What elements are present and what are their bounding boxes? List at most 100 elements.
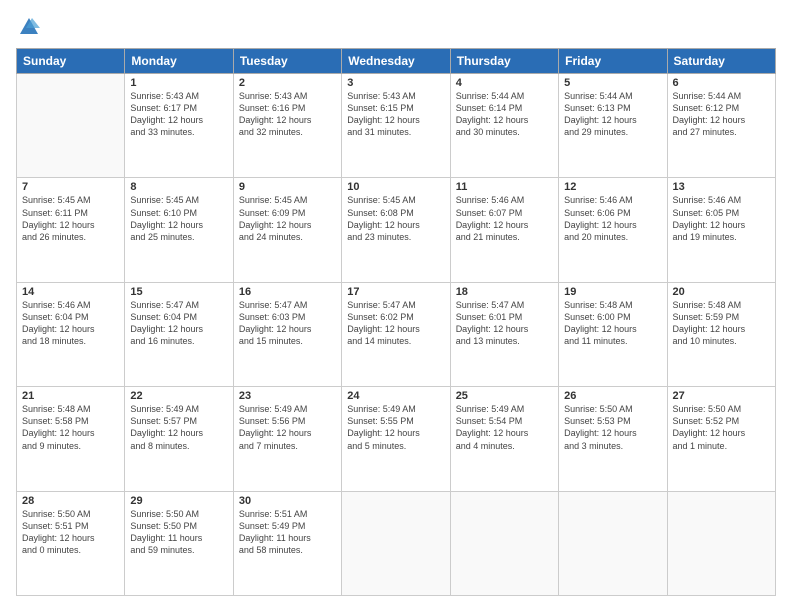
- day-number: 8: [130, 181, 227, 193]
- calendar-cell: 12Sunrise: 5:46 AMSunset: 6:06 PMDayligh…: [559, 178, 667, 282]
- weekday-header-monday: Monday: [125, 49, 233, 74]
- logo-icon: [18, 16, 40, 38]
- day-number: 15: [130, 286, 227, 298]
- calendar-cell: 7Sunrise: 5:45 AMSunset: 6:11 PMDaylight…: [17, 178, 125, 282]
- calendar-week-row: 1Sunrise: 5:43 AMSunset: 6:17 PMDaylight…: [17, 74, 776, 178]
- day-number: 7: [22, 181, 119, 193]
- day-info: Sunrise: 5:45 AMSunset: 6:09 PMDaylight:…: [239, 194, 336, 243]
- calendar-cell: 28Sunrise: 5:50 AMSunset: 5:51 PMDayligh…: [17, 491, 125, 595]
- calendar-cell: 8Sunrise: 5:45 AMSunset: 6:10 PMDaylight…: [125, 178, 233, 282]
- calendar-cell: 20Sunrise: 5:48 AMSunset: 5:59 PMDayligh…: [667, 282, 775, 386]
- day-number: 18: [456, 286, 553, 298]
- day-info: Sunrise: 5:43 AMSunset: 6:15 PMDaylight:…: [347, 90, 444, 139]
- calendar-cell: 9Sunrise: 5:45 AMSunset: 6:09 PMDaylight…: [233, 178, 341, 282]
- day-info: Sunrise: 5:47 AMSunset: 6:02 PMDaylight:…: [347, 299, 444, 348]
- day-number: 20: [673, 286, 770, 298]
- day-number: 19: [564, 286, 661, 298]
- day-info: Sunrise: 5:47 AMSunset: 6:03 PMDaylight:…: [239, 299, 336, 348]
- calendar-cell: 29Sunrise: 5:50 AMSunset: 5:50 PMDayligh…: [125, 491, 233, 595]
- day-number: 4: [456, 77, 553, 89]
- day-info: Sunrise: 5:43 AMSunset: 6:17 PMDaylight:…: [130, 90, 227, 139]
- day-info: Sunrise: 5:47 AMSunset: 6:04 PMDaylight:…: [130, 299, 227, 348]
- day-info: Sunrise: 5:44 AMSunset: 6:14 PMDaylight:…: [456, 90, 553, 139]
- calendar-cell: [559, 491, 667, 595]
- day-info: Sunrise: 5:50 AMSunset: 5:53 PMDaylight:…: [564, 403, 661, 452]
- calendar-cell: 17Sunrise: 5:47 AMSunset: 6:02 PMDayligh…: [342, 282, 450, 386]
- day-number: 6: [673, 77, 770, 89]
- day-number: 2: [239, 77, 336, 89]
- calendar-cell: 6Sunrise: 5:44 AMSunset: 6:12 PMDaylight…: [667, 74, 775, 178]
- calendar-cell: 10Sunrise: 5:45 AMSunset: 6:08 PMDayligh…: [342, 178, 450, 282]
- calendar-page: SundayMondayTuesdayWednesdayThursdayFrid…: [0, 0, 792, 612]
- day-number: 21: [22, 390, 119, 402]
- weekday-header-friday: Friday: [559, 49, 667, 74]
- weekday-header-sunday: Sunday: [17, 49, 125, 74]
- calendar-cell: 1Sunrise: 5:43 AMSunset: 6:17 PMDaylight…: [125, 74, 233, 178]
- day-number: 24: [347, 390, 444, 402]
- calendar-cell: 3Sunrise: 5:43 AMSunset: 6:15 PMDaylight…: [342, 74, 450, 178]
- calendar-cell: 30Sunrise: 5:51 AMSunset: 5:49 PMDayligh…: [233, 491, 341, 595]
- day-info: Sunrise: 5:49 AMSunset: 5:56 PMDaylight:…: [239, 403, 336, 452]
- calendar-week-row: 21Sunrise: 5:48 AMSunset: 5:58 PMDayligh…: [17, 387, 776, 491]
- calendar-cell: 19Sunrise: 5:48 AMSunset: 6:00 PMDayligh…: [559, 282, 667, 386]
- day-info: Sunrise: 5:46 AMSunset: 6:07 PMDaylight:…: [456, 194, 553, 243]
- day-info: Sunrise: 5:45 AMSunset: 6:10 PMDaylight:…: [130, 194, 227, 243]
- calendar-cell: [17, 74, 125, 178]
- day-info: Sunrise: 5:49 AMSunset: 5:55 PMDaylight:…: [347, 403, 444, 452]
- calendar-cell: 2Sunrise: 5:43 AMSunset: 6:16 PMDaylight…: [233, 74, 341, 178]
- day-number: 3: [347, 77, 444, 89]
- calendar-cell: 5Sunrise: 5:44 AMSunset: 6:13 PMDaylight…: [559, 74, 667, 178]
- day-info: Sunrise: 5:50 AMSunset: 5:52 PMDaylight:…: [673, 403, 770, 452]
- weekday-header-wednesday: Wednesday: [342, 49, 450, 74]
- calendar-week-row: 14Sunrise: 5:46 AMSunset: 6:04 PMDayligh…: [17, 282, 776, 386]
- day-info: Sunrise: 5:51 AMSunset: 5:49 PMDaylight:…: [239, 508, 336, 557]
- calendar-cell: 11Sunrise: 5:46 AMSunset: 6:07 PMDayligh…: [450, 178, 558, 282]
- calendar-cell: [342, 491, 450, 595]
- day-info: Sunrise: 5:49 AMSunset: 5:54 PMDaylight:…: [456, 403, 553, 452]
- weekday-header-row: SundayMondayTuesdayWednesdayThursdayFrid…: [17, 49, 776, 74]
- day-number: 13: [673, 181, 770, 193]
- day-info: Sunrise: 5:48 AMSunset: 5:59 PMDaylight:…: [673, 299, 770, 348]
- calendar-cell: 14Sunrise: 5:46 AMSunset: 6:04 PMDayligh…: [17, 282, 125, 386]
- day-info: Sunrise: 5:45 AMSunset: 6:11 PMDaylight:…: [22, 194, 119, 243]
- day-number: 26: [564, 390, 661, 402]
- day-info: Sunrise: 5:50 AMSunset: 5:50 PMDaylight:…: [130, 508, 227, 557]
- calendar-cell: 23Sunrise: 5:49 AMSunset: 5:56 PMDayligh…: [233, 387, 341, 491]
- day-info: Sunrise: 5:47 AMSunset: 6:01 PMDaylight:…: [456, 299, 553, 348]
- calendar-week-row: 28Sunrise: 5:50 AMSunset: 5:51 PMDayligh…: [17, 491, 776, 595]
- calendar-cell: 15Sunrise: 5:47 AMSunset: 6:04 PMDayligh…: [125, 282, 233, 386]
- weekday-header-saturday: Saturday: [667, 49, 775, 74]
- calendar-cell: 18Sunrise: 5:47 AMSunset: 6:01 PMDayligh…: [450, 282, 558, 386]
- day-info: Sunrise: 5:50 AMSunset: 5:51 PMDaylight:…: [22, 508, 119, 557]
- day-number: 30: [239, 495, 336, 507]
- calendar-cell: 21Sunrise: 5:48 AMSunset: 5:58 PMDayligh…: [17, 387, 125, 491]
- calendar-cell: [667, 491, 775, 595]
- day-number: 25: [456, 390, 553, 402]
- calendar-cell: 13Sunrise: 5:46 AMSunset: 6:05 PMDayligh…: [667, 178, 775, 282]
- day-number: 12: [564, 181, 661, 193]
- day-info: Sunrise: 5:44 AMSunset: 6:12 PMDaylight:…: [673, 90, 770, 139]
- day-number: 11: [456, 181, 553, 193]
- day-info: Sunrise: 5:43 AMSunset: 6:16 PMDaylight:…: [239, 90, 336, 139]
- calendar-table: SundayMondayTuesdayWednesdayThursdayFrid…: [16, 48, 776, 596]
- weekday-header-thursday: Thursday: [450, 49, 558, 74]
- page-header: [16, 16, 776, 38]
- calendar-week-row: 7Sunrise: 5:45 AMSunset: 6:11 PMDaylight…: [17, 178, 776, 282]
- calendar-cell: 4Sunrise: 5:44 AMSunset: 6:14 PMDaylight…: [450, 74, 558, 178]
- day-info: Sunrise: 5:48 AMSunset: 6:00 PMDaylight:…: [564, 299, 661, 348]
- day-info: Sunrise: 5:46 AMSunset: 6:06 PMDaylight:…: [564, 194, 661, 243]
- calendar-cell: 16Sunrise: 5:47 AMSunset: 6:03 PMDayligh…: [233, 282, 341, 386]
- day-number: 10: [347, 181, 444, 193]
- calendar-cell: 25Sunrise: 5:49 AMSunset: 5:54 PMDayligh…: [450, 387, 558, 491]
- day-number: 9: [239, 181, 336, 193]
- day-number: 17: [347, 286, 444, 298]
- calendar-cell: 24Sunrise: 5:49 AMSunset: 5:55 PMDayligh…: [342, 387, 450, 491]
- day-number: 29: [130, 495, 227, 507]
- day-number: 28: [22, 495, 119, 507]
- day-info: Sunrise: 5:46 AMSunset: 6:04 PMDaylight:…: [22, 299, 119, 348]
- day-number: 5: [564, 77, 661, 89]
- day-number: 23: [239, 390, 336, 402]
- day-number: 22: [130, 390, 227, 402]
- day-info: Sunrise: 5:44 AMSunset: 6:13 PMDaylight:…: [564, 90, 661, 139]
- calendar-cell: 27Sunrise: 5:50 AMSunset: 5:52 PMDayligh…: [667, 387, 775, 491]
